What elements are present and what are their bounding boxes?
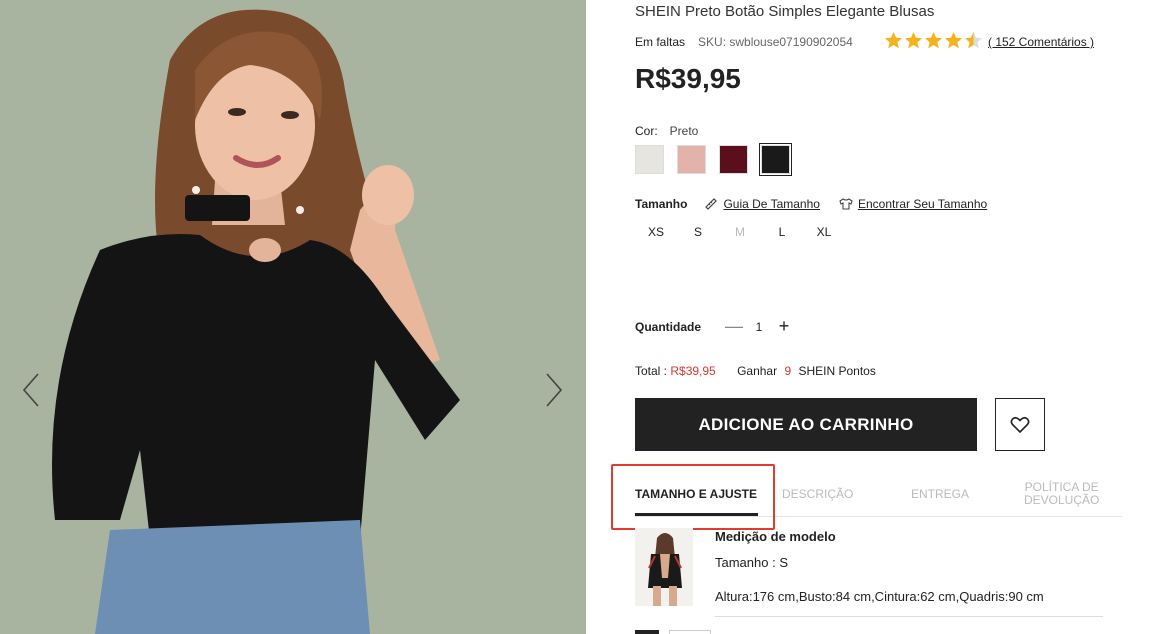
quantity-stepper: Quantidade — 1 +: [635, 316, 797, 337]
partial-swatches: [635, 630, 711, 634]
star-icon: [904, 31, 923, 49]
color-swatches: [635, 143, 792, 176]
star-icon: [884, 31, 903, 49]
find-size-text: Encontrar Seu Tamanho: [857, 197, 988, 211]
tab-delivery[interactable]: ENTREGA: [911, 488, 969, 501]
model-photo: [0, 0, 586, 634]
partial-swatch-outline: [669, 630, 711, 634]
find-size-link[interactable]: Encontrar Seu Tamanho: [839, 197, 987, 211]
quantity-value[interactable]: 1: [747, 320, 771, 334]
points-label: SHEIN Pontos: [798, 364, 876, 378]
points-value: 9: [784, 364, 792, 378]
swatch-burgundy[interactable]: [719, 145, 748, 174]
ruler-icon: [705, 198, 718, 210]
quantity-minus-button[interactable]: —: [721, 316, 747, 337]
total-amount: R$39,95: [670, 364, 716, 378]
total-line: Total : R$39,95 Ganhar 9 SHEIN Pontos: [635, 364, 876, 378]
product-meta: Em faltas SKU: swblouse07190902054: [635, 35, 853, 49]
size-option-m[interactable]: M: [719, 222, 761, 242]
model-measurement-title: Medição de modelo: [715, 529, 836, 544]
size-options: XS S M L XL: [635, 222, 845, 242]
tab-size-fit[interactable]: TAMANHO E AJUSTE: [635, 488, 757, 501]
size-option-s[interactable]: S: [677, 222, 719, 242]
model-size: Tamanho : S: [715, 555, 788, 570]
model-thumbnail: [635, 528, 693, 606]
size-guide-text: Guia De Tamanho: [723, 197, 820, 211]
size-row: Tamanho Guia De Tamanho Encontrar Seu Ta…: [635, 197, 987, 211]
product-title: SHEIN Preto Botão Simples Elegante Blusa…: [635, 3, 935, 20]
reviews-link[interactable]: ( 152 Comentários ): [988, 35, 1094, 49]
product-image: [0, 0, 586, 634]
size-label: Tamanho: [635, 197, 688, 211]
shirt-icon: [839, 198, 853, 210]
size-guide-link[interactable]: Guia De Tamanho: [704, 197, 820, 211]
size-option-xs[interactable]: XS: [635, 222, 677, 242]
color-label: Cor: Preto: [635, 124, 698, 138]
wishlist-button[interactable]: [995, 398, 1045, 451]
selected-color: Preto: [669, 124, 699, 138]
section-divider: [715, 616, 1103, 617]
heart-icon: [1010, 416, 1030, 433]
half-star-icon: [964, 31, 983, 49]
next-image-arrow-icon[interactable]: [543, 372, 565, 408]
color-label-text: Cor:: [635, 124, 658, 138]
rating-stars[interactable]: [884, 31, 983, 50]
size-option-xl[interactable]: XL: [803, 222, 845, 242]
tab-return-line2: DEVOLUÇÃO: [1024, 493, 1100, 507]
stock-status: Em faltas: [635, 35, 686, 49]
tab-return-policy[interactable]: POLÍTICA DE DEVOLUÇÃO: [1024, 481, 1099, 507]
previous-image-arrow-icon[interactable]: [20, 372, 42, 408]
total-label: Total :: [635, 364, 668, 378]
star-icon: [924, 31, 943, 49]
sku-text: SKU: swblouse07190902054: [698, 35, 853, 49]
quantity-label: Quantidade: [635, 319, 702, 334]
swatch-white[interactable]: [635, 145, 664, 174]
star-icon: [944, 31, 963, 49]
product-price: R$39,95: [635, 63, 741, 94]
quantity-plus-button[interactable]: +: [771, 316, 797, 337]
add-to-cart-button[interactable]: ADICIONE AO CARRINHO: [635, 398, 977, 451]
tab-description[interactable]: DESCRIÇÃO: [782, 488, 853, 501]
swatch-black[interactable]: [759, 143, 792, 176]
size-option-l[interactable]: L: [761, 222, 803, 242]
product-tabs: TAMANHO E AJUSTE DESCRIÇÃO ENTREGA POLÍT…: [635, 478, 1122, 517]
swatch-pink[interactable]: [677, 145, 706, 174]
active-tab-indicator: [635, 513, 758, 516]
partial-swatch-dark: [635, 630, 659, 634]
model-measurements: Altura:176 cm,Busto:84 cm,Cintura:62 cm,…: [715, 589, 1044, 604]
earn-label: Ganhar: [737, 364, 778, 378]
